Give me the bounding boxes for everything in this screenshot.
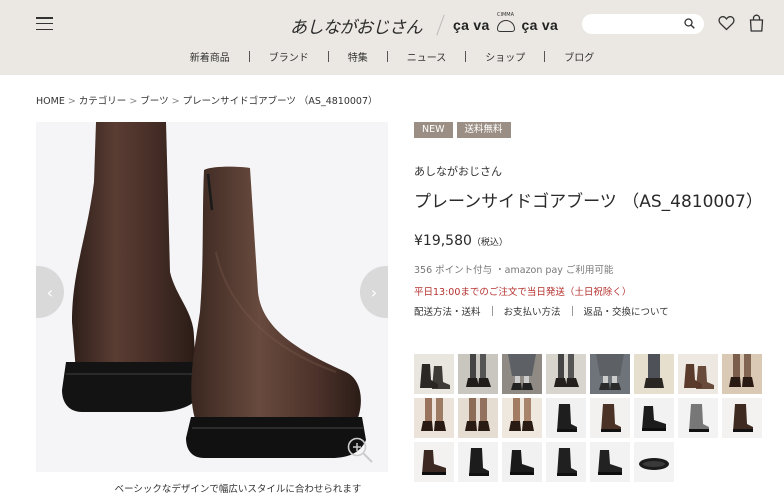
thumbnail-image: [546, 442, 586, 482]
product-thumbnail[interactable]: [414, 442, 454, 482]
search-input[interactable]: [582, 16, 682, 37]
product-thumbnail[interactable]: [414, 354, 454, 394]
product-thumbnail[interactable]: [590, 398, 630, 438]
thumbnail-image: [414, 354, 454, 394]
nav-brand[interactable]: ブランド: [250, 49, 328, 64]
info-links: 配送方法・送料 お支払い方法 返品・交換について: [414, 304, 669, 318]
site-header: あしながおじさん ça va CIMMA ça va 新着商品 ブランド 特集 …: [0, 0, 784, 75]
product-thumbnail[interactable]: [546, 398, 586, 438]
product-brand[interactable]: あしながおじさん: [414, 163, 502, 179]
product-thumbnail[interactable]: [502, 398, 542, 438]
product-thumbnail[interactable]: [634, 398, 674, 438]
emblem-text: CIMMA: [497, 12, 515, 18]
logo-ashinaga[interactable]: あしながおじさん: [290, 13, 423, 38]
product-thumbnail[interactable]: [634, 354, 674, 394]
search-box: [582, 14, 704, 37]
link-separator: [491, 306, 493, 316]
logo-cava-left[interactable]: ça va: [453, 17, 490, 33]
boots-photo: [36, 122, 388, 472]
nav-feature[interactable]: 特集: [329, 49, 387, 64]
price-tax-label: （税込）: [471, 238, 508, 248]
product-badges: NEW 送料無料: [414, 122, 511, 138]
product-thumbnail[interactable]: [634, 442, 674, 482]
nav-blog[interactable]: ブログ: [545, 49, 613, 64]
product-thumbnail[interactable]: [590, 442, 630, 482]
product-thumbnail[interactable]: [722, 354, 762, 394]
link-returns[interactable]: 返品・交換について: [584, 304, 669, 318]
search-icon[interactable]: [684, 18, 695, 29]
thumbnail-image: [414, 398, 454, 438]
thumbnail-image: [414, 442, 454, 482]
product-price: ¥19,580（税込）: [414, 233, 508, 249]
shipping-note: 平日13:00までのご注文で当日発送（土日祝除く）: [414, 287, 632, 298]
site-logo[interactable]: あしながおじさん ça va CIMMA ça va: [290, 12, 558, 38]
thumbnail-image: [590, 354, 630, 394]
chevron-right-icon: ›: [370, 282, 378, 302]
breadcrumb-category[interactable]: カテゴリー: [79, 96, 127, 107]
points-info: 356 ポイント付与 ・amazon pay ご利用可能: [414, 265, 614, 276]
logo-cava-right[interactable]: ça va: [522, 17, 559, 33]
thumbnail-image: [458, 354, 498, 394]
link-separator: [571, 306, 573, 316]
nav-shop[interactable]: ショップ: [466, 49, 544, 64]
thumbnail-image: [502, 354, 542, 394]
breadcrumb: HOME > カテゴリー > ブーツ > プレーンサイドゴアブーツ （AS_4810007）: [36, 96, 378, 107]
thumbnail-image: [546, 398, 586, 438]
product-thumbnail[interactable]: [590, 354, 630, 394]
thumbnail-grid: [414, 354, 766, 482]
product-title: プレーンサイドゴアブーツ （AS_4810007）: [414, 192, 763, 212]
thumbnail-image: [722, 354, 762, 394]
thumbnail-image: [590, 398, 630, 438]
product-thumbnail[interactable]: [414, 398, 454, 438]
thumbnail-image: [458, 442, 498, 482]
thumbnail-image: [678, 354, 718, 394]
nav-new-items[interactable]: 新着商品: [171, 49, 249, 64]
badge-new: NEW: [414, 122, 453, 138]
breadcrumb-boots[interactable]: ブーツ: [140, 96, 168, 107]
product-thumbnail[interactable]: [502, 442, 542, 482]
badge-free-shipping: 送料無料: [456, 122, 511, 138]
thumbnail-image: [458, 398, 498, 438]
chevron-left-icon: ‹: [46, 282, 54, 302]
logo-divider: [436, 14, 445, 36]
breadcrumb-current: プレーンサイドゴアブーツ （AS_4810007）: [182, 96, 378, 107]
breadcrumb-home[interactable]: HOME: [36, 96, 65, 107]
link-delivery[interactable]: 配送方法・送料: [414, 304, 481, 318]
nav-news[interactable]: ニュース: [388, 49, 466, 64]
main-product-image[interactable]: [36, 122, 388, 472]
product-thumbnail[interactable]: [458, 354, 498, 394]
hamburger-menu-icon[interactable]: [36, 17, 53, 31]
zoom-icon[interactable]: [346, 436, 374, 464]
thumbnail-image: [590, 442, 630, 482]
product-thumbnail[interactable]: [722, 398, 762, 438]
product-thumbnail[interactable]: [546, 442, 586, 482]
thumbnail-image: [634, 442, 674, 482]
thumbnail-image: [634, 398, 674, 438]
product-thumbnail[interactable]: [502, 354, 542, 394]
product-thumbnail[interactable]: [678, 354, 718, 394]
global-nav: 新着商品 ブランド 特集 ニュース ショップ ブログ: [0, 49, 784, 64]
heart-icon[interactable]: [718, 15, 735, 31]
product-thumbnail[interactable]: [678, 398, 718, 438]
product-thumbnail[interactable]: [458, 398, 498, 438]
thumbnail-image: [722, 398, 762, 438]
product-thumbnail[interactable]: [546, 354, 586, 394]
price-value: ¥19,580: [414, 233, 472, 249]
shopping-bag-icon[interactable]: [749, 14, 764, 32]
link-payment[interactable]: お支払い方法: [504, 304, 561, 318]
thumbnail-image: [634, 354, 674, 394]
product-thumbnail[interactable]: [458, 442, 498, 482]
cava-emblem-icon: CIMMA: [494, 12, 518, 36]
image-caption: ベーシックなデザインで幅広いスタイルに合わせられます: [114, 484, 362, 495]
thumbnail-image: [502, 442, 542, 482]
thumbnail-image: [546, 354, 586, 394]
thumbnail-image: [502, 398, 542, 438]
thumbnail-image: [678, 398, 718, 438]
